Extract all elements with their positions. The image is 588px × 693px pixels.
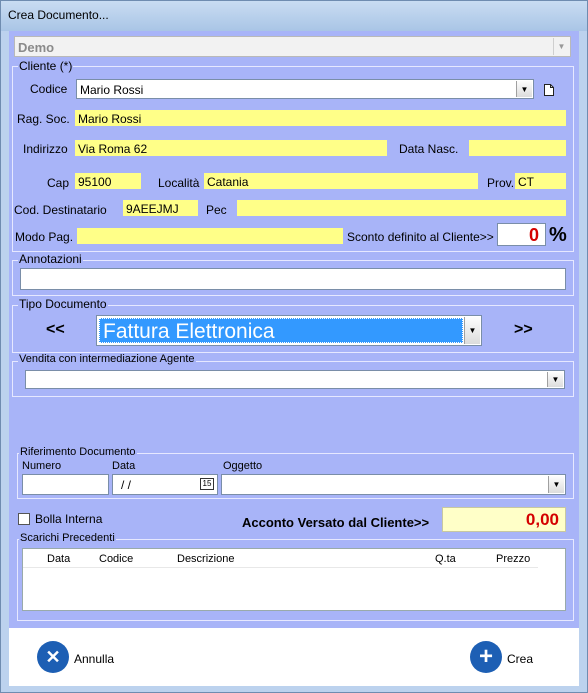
annulla-button[interactable]: ✕ Annulla [37, 641, 127, 675]
ragsoc-label: Rag. Soc. [17, 112, 70, 126]
acconto-value: 0,00 [525, 510, 559, 529]
pec-field[interactable] [237, 200, 566, 216]
calendar-icon[interactable]: 15 [200, 478, 214, 490]
chevron-down-icon[interactable]: ▼ [553, 38, 569, 55]
coddest-field[interactable]: 9AEEJMJ [123, 200, 198, 216]
cap-field[interactable]: 95100 [75, 173, 141, 189]
pec-label: Pec [206, 203, 227, 217]
oggetto-label: Oggetto [223, 460, 263, 472]
codice-select[interactable]: Mario Rossi ▼ [76, 79, 534, 99]
dialog-window: Crea Documento... Demo ▼ Cliente (*) Cod… [0, 0, 588, 693]
tipo-documento-value: Fattura Elettronica [103, 320, 275, 343]
window-title: Crea Documento... [8, 8, 109, 22]
vendita-label: Vendita con intermediazione Agente [18, 353, 196, 365]
sconto-label: Sconto definito al Cliente>> [347, 230, 494, 244]
next-doc-button[interactable]: >> [514, 321, 533, 339]
prov-label: Prov. [487, 176, 515, 190]
acconto-label: Acconto Versato dal Cliente>> [242, 515, 430, 530]
crea-label: Crea [507, 652, 534, 666]
annulla-label: Annulla [74, 652, 115, 666]
modopag-label: Modo Pag. [15, 230, 74, 244]
codice-value: Mario Rossi [80, 83, 144, 97]
sconto-value: 0 [528, 225, 539, 245]
scarichi-label: Scarichi Precedenti [19, 532, 116, 544]
annotazioni-input[interactable] [20, 268, 566, 290]
cap-label: Cap [47, 176, 70, 190]
datanasc-field[interactable] [469, 140, 566, 156]
coddest-label: Cod. Destinatario [14, 203, 107, 217]
plus-icon: + [470, 641, 502, 673]
company-value: Demo [18, 40, 55, 55]
crea-button[interactable]: + Crea [470, 641, 550, 675]
col-data: Data [47, 553, 71, 565]
vendita-select[interactable]: ▼ [25, 370, 565, 389]
close-icon: ✕ [37, 641, 69, 673]
tipo-documento-label: Tipo Documento [18, 297, 108, 311]
indirizzo-field[interactable]: Via Roma 62 [75, 140, 387, 156]
annotazioni-label: Annotazioni [18, 252, 83, 266]
percent-sign: % [549, 224, 567, 246]
new-document-icon[interactable] [544, 84, 554, 96]
tipo-documento-selected: Fattura Elettronica [99, 318, 463, 343]
chevron-down-icon[interactable]: ▼ [464, 317, 480, 344]
cliente-group-label: Cliente (*) [18, 59, 74, 73]
bolla-interna-label: Bolla Interna [35, 512, 103, 526]
scarichi-table[interactable]: Data Codice Descrizione Q.ta Prezzo [22, 548, 566, 611]
numero-input[interactable] [22, 474, 109, 495]
col-descrizione: Descrizione [177, 553, 235, 565]
oggetto-select[interactable]: ▼ [221, 474, 566, 495]
data-label: Data [112, 460, 136, 472]
table-header-line [23, 567, 538, 568]
indirizzo-label: Indirizzo [23, 142, 68, 156]
datanasc-label: Data Nasc. [399, 142, 459, 156]
data-value: / / [121, 478, 132, 492]
prev-doc-button[interactable]: << [46, 321, 65, 339]
chevron-down-icon[interactable]: ▼ [547, 372, 563, 387]
bolla-interna-checkbox[interactable] [18, 513, 30, 525]
company-select[interactable]: Demo ▼ [14, 36, 571, 57]
form-area: Demo ▼ Cliente (*) Codice Mario Rossi ▼ … [9, 31, 579, 628]
riferimento-label: Riferimento Documento [19, 446, 137, 458]
button-bar: ✕ Annulla + Crea [9, 628, 579, 686]
col-prezzo: Prezzo [496, 553, 531, 565]
chevron-down-icon[interactable]: ▼ [516, 81, 532, 97]
ragsoc-field[interactable]: Mario Rossi [75, 110, 566, 126]
col-qta: Q.ta [435, 553, 456, 565]
modopag-field[interactable] [77, 228, 343, 244]
tipo-documento-select[interactable]: Fattura Elettronica ▼ [96, 315, 482, 346]
sconto-field[interactable]: 0 [497, 223, 546, 246]
chevron-down-icon[interactable]: ▼ [548, 476, 564, 493]
col-codice: Codice [99, 553, 134, 565]
acconto-field[interactable]: 0,00 [442, 507, 566, 532]
calendar-day: 15 [202, 479, 212, 488]
localita-field[interactable]: Catania [204, 173, 478, 189]
title-bar: Crea Documento... [1, 1, 587, 31]
data-input[interactable]: / / 15 [112, 474, 218, 495]
prov-field[interactable]: CT [515, 173, 566, 189]
numero-label: Numero [22, 460, 62, 472]
localita-label: Località [158, 176, 200, 190]
codice-label: Codice [30, 82, 68, 96]
